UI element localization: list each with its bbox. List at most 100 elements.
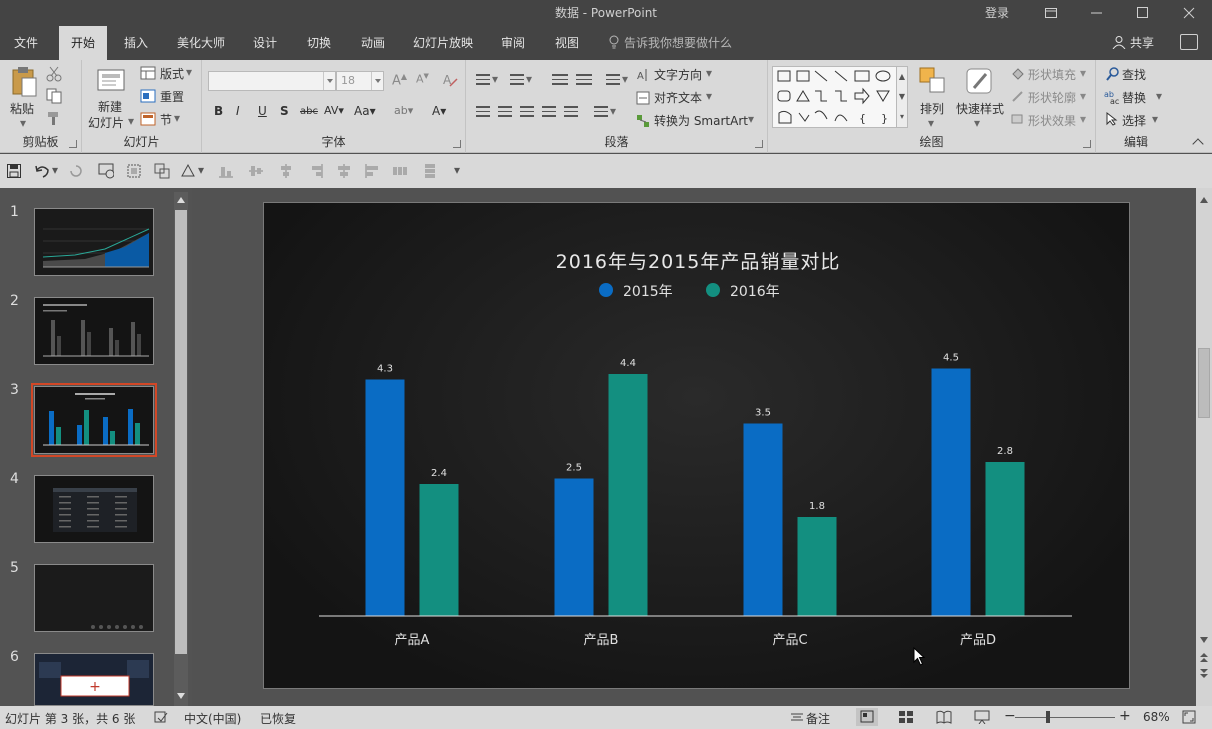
slide-thumbnail-5[interactable] (34, 564, 154, 632)
undo-dropdown-icon[interactable]: ▾ (52, 163, 58, 177)
italic-button[interactable]: I (236, 104, 240, 118)
cut-icon[interactable] (46, 66, 62, 82)
ribbon-display-options-button[interactable] (1028, 0, 1074, 26)
char-spacing-icon[interactable]: AV▾ (324, 104, 344, 117)
grow-font-icon[interactable]: A▲ (392, 72, 407, 88)
bullets-icon[interactable] (476, 74, 490, 88)
tab-animations[interactable]: 动画 (350, 26, 396, 60)
quick-styles-dropdown-icon[interactable]: ▾ (974, 116, 980, 130)
bar-产品C-2016年[interactable] (797, 517, 837, 616)
format-painter-icon[interactable] (46, 110, 62, 126)
bar-产品D-2016年[interactable] (985, 462, 1025, 616)
paste-label[interactable]: 粘贴 (10, 100, 34, 117)
text-direction-button[interactable]: 文字方向 (654, 66, 702, 83)
select-button[interactable]: 选择 (1122, 112, 1146, 129)
slide-thumbnail-3[interactable] (31, 383, 157, 457)
bar-产品D-2015年[interactable] (931, 368, 971, 617)
shapes-gallery[interactable]: { } (772, 66, 908, 128)
scroll-down-icon[interactable] (175, 690, 187, 702)
font-name-dropdown-icon[interactable] (323, 72, 335, 90)
bullets-dropdown-icon[interactable]: ▾ (492, 72, 498, 86)
arrange-dropdown-icon[interactable]: ▾ (928, 116, 934, 130)
arrange-button[interactable]: 排列 (920, 100, 944, 117)
maximize-button[interactable] (1120, 0, 1166, 26)
strikethrough-button[interactable]: abc (300, 106, 318, 117)
slideshow-view-icon[interactable] (974, 710, 990, 724)
new-slide-label-2[interactable]: 幻灯片 (88, 114, 124, 131)
login-link[interactable]: 登录 (985, 4, 1009, 21)
shapes-gallery-scroll-icon[interactable]: ▲ ▼ ▾ (896, 66, 908, 128)
tab-beautify-master[interactable]: 美化大师 (168, 26, 234, 60)
text-direction-dropdown-icon[interactable]: ▾ (706, 66, 712, 80)
quick-styles-button[interactable]: 快速样式 (956, 100, 1004, 117)
next-slide-icon[interactable] (1198, 668, 1210, 680)
bar-产品B-2015年[interactable] (554, 478, 594, 617)
scroll-up-icon[interactable] (175, 194, 187, 206)
bold-button[interactable]: B (214, 104, 223, 118)
zoom-slider-thumb[interactable] (1046, 711, 1050, 723)
justify-icon[interactable] (542, 106, 556, 120)
customize-qat-icon[interactable]: ▾ (454, 163, 460, 177)
copy-icon[interactable] (46, 88, 64, 104)
shape-effects-dropdown-icon[interactable]: ▾ (1080, 112, 1086, 126)
shapes-edit-dropdown-icon[interactable]: ▾ (198, 163, 204, 177)
increase-indent-icon[interactable] (576, 74, 592, 88)
language-indicator[interactable]: 中文(中国) (184, 710, 241, 727)
font-size-dropdown-icon[interactable] (371, 72, 383, 90)
paste-icon[interactable] (10, 66, 38, 98)
layout-dropdown-icon[interactable]: ▾ (186, 65, 192, 79)
columns-icon[interactable] (594, 106, 608, 120)
share-button[interactable]: 共享 (1112, 26, 1154, 60)
shape-fill-dropdown-icon[interactable]: ▾ (1080, 66, 1086, 80)
thumbnail-scrollbar[interactable] (174, 192, 188, 706)
slide-sorter-view-icon[interactable] (898, 710, 914, 724)
shape-outline-button[interactable]: 形状轮廓 (1028, 89, 1076, 106)
align-left-objects-icon[interactable] (364, 163, 380, 179)
numbering-dropdown-icon[interactable]: ▾ (526, 72, 532, 86)
zoom-slider-track[interactable] (1015, 717, 1115, 718)
align-center-objects-icon[interactable] (336, 163, 352, 179)
section-dropdown-icon[interactable]: ▾ (174, 111, 180, 125)
drawing-launcher-icon[interactable] (1083, 140, 1091, 148)
bar-产品A-2015年[interactable] (365, 379, 405, 617)
tab-review[interactable]: 审阅 (490, 26, 536, 60)
tab-view[interactable]: 视图 (544, 26, 590, 60)
close-button[interactable] (1166, 0, 1212, 26)
tab-insert[interactable]: 插入 (112, 26, 160, 60)
shrink-font-icon[interactable]: A▼ (416, 72, 429, 86)
redo-icon[interactable] (68, 163, 84, 179)
shape-outline-dropdown-icon[interactable]: ▾ (1080, 89, 1086, 103)
replace-dropdown-icon[interactable]: ▾ (1156, 89, 1162, 103)
zoom-level[interactable]: 68% (1143, 710, 1170, 724)
paragraph-launcher-icon[interactable] (755, 140, 763, 148)
spelling-check-icon[interactable] (154, 710, 168, 724)
shape-fill-button[interactable]: 形状填充 (1028, 66, 1076, 83)
current-slide[interactable]: 2016年与2015年产品销量对比 2015年 2016年 4.3 2.4 2.5 4.… (263, 202, 1130, 689)
slide-thumbnail-4[interactable] (34, 475, 154, 543)
scroll-up-icon[interactable] (1198, 194, 1210, 206)
comment-icon[interactable] (1180, 34, 1198, 50)
scroll-down-icon[interactable] (1198, 634, 1210, 646)
clear-formatting-icon[interactable]: A (442, 72, 458, 88)
bar-产品B-2016年[interactable] (608, 374, 648, 616)
zoom-out-button[interactable]: − (1004, 708, 1016, 724)
bar-chart[interactable]: 2016年与2015年产品销量对比 2015年 2016年 4.32.4 2.54.… (264, 203, 1130, 689)
align-left-icon[interactable] (476, 106, 490, 120)
shapes-edit-icon[interactable] (180, 163, 196, 179)
thumbnail-scroll-thumb[interactable] (175, 210, 187, 654)
align-right-objects-icon[interactable] (308, 163, 324, 179)
normal-view-icon[interactable] (856, 708, 878, 726)
previous-slide-icon[interactable] (1198, 652, 1210, 664)
tell-me-search[interactable]: 告诉我你想要做什么 (608, 26, 732, 60)
line-spacing-dropdown-icon[interactable]: ▾ (622, 72, 628, 86)
convert-smartart-button[interactable]: 转换为 SmartArt (654, 112, 748, 129)
align-right-icon[interactable] (520, 106, 534, 120)
tab-design[interactable]: 设计 (242, 26, 288, 60)
font-name-combo[interactable] (208, 71, 336, 91)
distribute-horizontal-icon[interactable] (392, 163, 408, 179)
zoom-in-button[interactable]: + (1119, 708, 1131, 724)
slide-thumbnail-6[interactable]: + (34, 653, 154, 706)
shadow-button[interactable]: S (280, 104, 289, 118)
change-case-icon[interactable]: Aa▾ (354, 104, 376, 118)
align-bottom-icon[interactable] (218, 163, 234, 179)
